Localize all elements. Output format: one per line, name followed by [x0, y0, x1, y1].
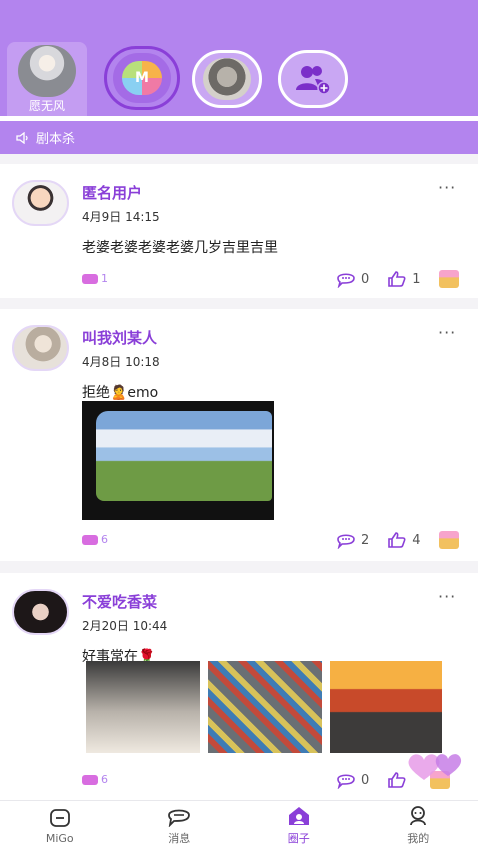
tag-count: 1 [101, 272, 108, 285]
post-text: 拒绝🙎emo [82, 385, 159, 401]
comment-count: 0 [361, 772, 370, 788]
migo-story[interactable]: M [104, 46, 180, 110]
tag-badge: 6 [82, 773, 108, 786]
more-icon[interactable]: ··· [438, 323, 456, 342]
migo-story-inner: M [113, 53, 171, 103]
tag-count: 6 [101, 773, 108, 786]
avatar[interactable] [12, 325, 69, 371]
post-card[interactable]: 匿名用户 4月9日 14:15 ··· 老婆老婆老婆老婆几岁吉里吉里 1 0 1 [0, 164, 478, 298]
post-date: 4月9日 14:15 [82, 210, 160, 224]
post-actions: 2 4 [336, 531, 459, 549]
post-date: 2月20日 10:44 [82, 619, 168, 633]
car-window-image [96, 411, 272, 501]
comment-icon [337, 534, 355, 549]
tag-badge: 1 [82, 272, 108, 285]
comment-button[interactable]: 0 [336, 270, 369, 288]
tab-profile[interactable]: 我的 [359, 801, 478, 850]
profile-icon [410, 806, 427, 826]
tab-messages[interactable]: 消息 [120, 801, 240, 850]
tab-migo[interactable]: MiGo [0, 801, 120, 850]
gift-icon[interactable] [438, 531, 459, 549]
more-icon[interactable]: ··· [438, 178, 456, 197]
post-image[interactable] [82, 401, 274, 520]
comment-button[interactable]: 0 [336, 771, 369, 789]
post-actions: 0 1 [336, 270, 459, 288]
cat-story[interactable] [192, 50, 262, 108]
like-count: 4 [412, 532, 421, 548]
post-username[interactable]: 匿名用户 [82, 182, 142, 203]
post-date: 4月8日 10:18 [82, 355, 160, 369]
tab-label: MiGo [45, 831, 74, 845]
add-users-icon [296, 66, 331, 95]
post-image[interactable] [208, 661, 322, 753]
tag-badge: 6 [82, 533, 108, 546]
self-avatar [18, 45, 76, 97]
home-icon [49, 808, 70, 827]
circle-icon [288, 807, 309, 825]
channel-label: 剧本杀 [36, 132, 76, 147]
like-button[interactable]: 4 [387, 531, 421, 549]
comment-button[interactable]: 2 [336, 531, 369, 549]
stories-bar: 愿无风 M [0, 0, 478, 116]
hearts-icon[interactable] [404, 748, 468, 782]
channel-bar[interactable]: 剧本杀 [0, 121, 478, 154]
tab-label: 圈子 [287, 832, 310, 845]
speaker-icon [16, 131, 28, 144]
self-story-label: 愿无风 [28, 99, 65, 113]
bottom-tab-bar: MiGo 消息 圈子 我的 [0, 800, 478, 850]
more-icon[interactable]: ··· [438, 587, 456, 606]
post-username[interactable]: 不爱吃香菜 [82, 591, 157, 612]
comment-icon [337, 273, 355, 288]
post-image[interactable] [86, 661, 200, 753]
tag-count: 6 [101, 533, 108, 546]
tv-icon [82, 774, 98, 785]
comment-count: 2 [361, 532, 370, 548]
message-icon [168, 809, 191, 827]
tab-label: 我的 [407, 832, 430, 845]
post-card[interactable]: 叫我刘某人 4月8日 10:18 ··· 拒绝🙎emo 6 2 4 [0, 309, 478, 561]
thumbs-up-icon [388, 271, 406, 287]
avatar[interactable] [12, 180, 69, 226]
post-text: 老婆老婆老婆老婆几岁吉里吉里 [82, 240, 278, 256]
tv-icon [82, 534, 98, 545]
like-count: 1 [412, 271, 421, 287]
post-image[interactable] [330, 661, 442, 753]
self-story[interactable]: 愿无风 [7, 42, 87, 116]
tab-label: 消息 [168, 832, 191, 845]
post-username[interactable]: 叫我刘某人 [82, 327, 157, 348]
comment-icon [337, 774, 355, 789]
cat-avatar-icon [203, 58, 251, 100]
tab-circle[interactable]: 圈子 [239, 801, 359, 850]
add-friends-button[interactable] [278, 50, 348, 108]
tv-icon [82, 273, 98, 284]
thumbs-up-icon [388, 532, 406, 548]
like-button[interactable]: 1 [387, 270, 421, 288]
gift-icon[interactable] [438, 270, 459, 288]
comment-count: 0 [361, 271, 370, 287]
migo-logo-icon: M [122, 61, 162, 95]
avatar[interactable] [12, 589, 69, 635]
